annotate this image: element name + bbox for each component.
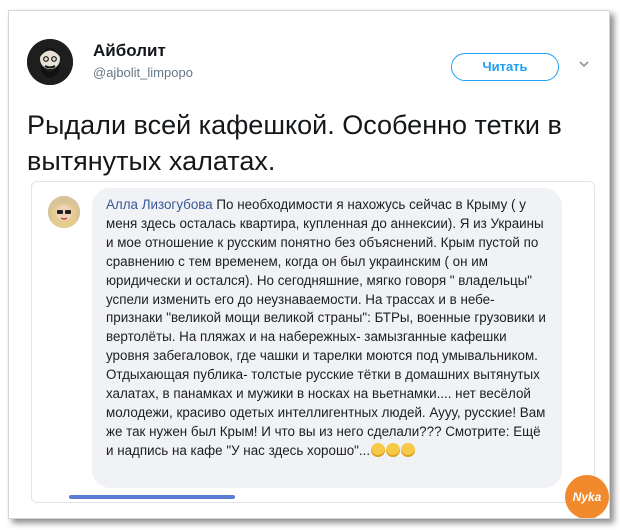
chevron-down-icon[interactable]: [577, 57, 591, 71]
tweet-text: Рыдали всей кафешкой. Особенно тетки в в…: [27, 110, 562, 176]
laughing-emoji-icon: [371, 442, 386, 457]
laughing-emoji-icon: [401, 442, 416, 457]
commenter-name[interactable]: Алла Лизогубова: [106, 197, 213, 212]
avatar-portrait-icon: [27, 39, 73, 85]
commenter-portrait-icon: [48, 196, 80, 228]
tweet-card: Айболит @ajbolit_limpopo Читать Рыдали в…: [8, 10, 610, 519]
comment-text: По необходимости я нахожусь сейчас в Кры…: [106, 197, 546, 458]
author-handle[interactable]: @ajbolit_limpopo: [93, 65, 193, 80]
emoji-group: [370, 442, 416, 458]
laughing-emoji-icon: [386, 442, 401, 457]
comment-bubble: Алла Лизогубова По необходимости я нахож…: [92, 188, 562, 488]
tweet-author: Айболит @ajbolit_limpopo: [93, 41, 193, 80]
embedded-post-image[interactable]: Алла Лизогубова По необходимости я нахож…: [31, 181, 595, 503]
follow-button[interactable]: Читать: [451, 53, 559, 81]
author-display-name[interactable]: Айболит: [93, 41, 193, 61]
scroll-indicator: [69, 495, 235, 499]
author-avatar[interactable]: [27, 39, 73, 85]
watermark-logo: Nyka: [565, 475, 609, 518]
commenter-avatar: [48, 196, 80, 228]
